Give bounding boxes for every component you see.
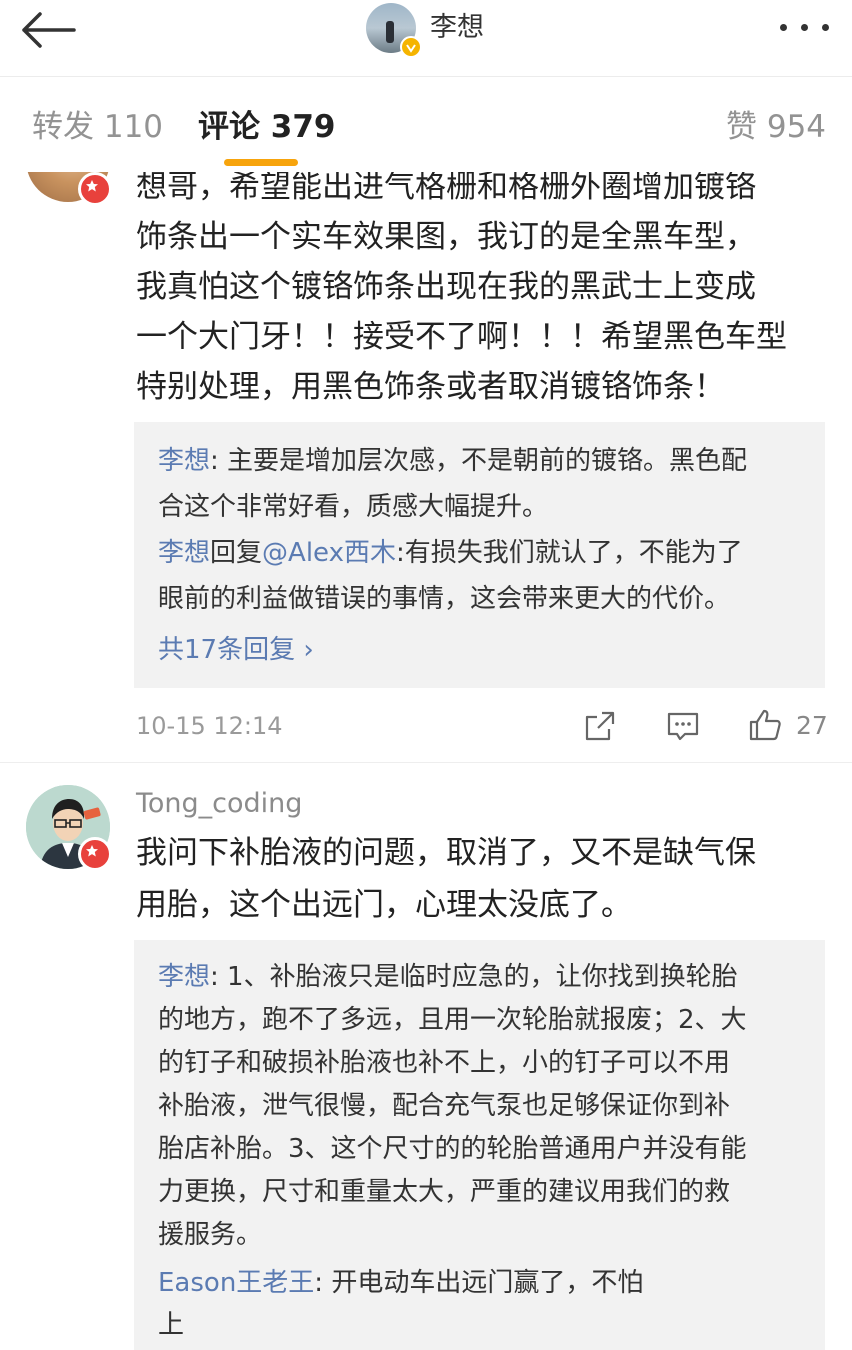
reply-line: 援服务。 (158, 1220, 263, 1250)
reply-line: 李想: 1、补胎液只是临时应急的，让你找到换轮胎 (158, 954, 813, 1000)
reply-username[interactable]: 李想 (158, 446, 210, 476)
tab-comments[interactable]: 评论 379 (198, 107, 336, 147)
reply-text: :有损失我们就认了，不能为了 (395, 538, 743, 568)
more-options-icon[interactable] (778, 18, 832, 38)
vip-badge-icon (78, 172, 112, 206)
like-icon[interactable] (747, 707, 783, 743)
comment-timestamp: 10-15 12:14 (136, 712, 283, 740)
reply-line: 眼前的利益做错误的事情，这会带来更大的代价。 (158, 584, 731, 614)
comment-text-line: 饰条出一个实车效果图，我订的是全黑车型， (136, 219, 756, 255)
back-arrow-icon (22, 12, 76, 48)
reply-line: 李想: 主要是增加层次感，不是朝前的镀铬。黑色配 (158, 438, 813, 484)
comment-icon[interactable] (665, 708, 701, 744)
reply-box: 李想: 主要是增加层次感，不是朝前的镀铬。黑色配 合这个非常好看，质感大幅提升。… (134, 422, 825, 688)
reply-username[interactable]: Eason王老王 (158, 1268, 314, 1298)
mention-link[interactable]: @Alex西木 (262, 538, 396, 568)
reply-keyword: 回复 (210, 538, 263, 568)
vip-badge-icon (78, 837, 112, 871)
active-tab-indicator (224, 159, 298, 166)
view-more-replies-link[interactable]: 共17条回复 › (158, 630, 314, 670)
reply-text: : 1、补胎液只是临时应急的，让你找到换轮胎 (210, 962, 738, 992)
reply-text: : 主要是增加层次感，不是朝前的镀铬。黑色配 (210, 446, 748, 476)
comments-list: 想哥，希望能出进气格栅和格栅外圈增加镀铬 饰条出一个实车效果图，我订的是全黑车型… (0, 172, 852, 1350)
verified-badge-icon (400, 36, 422, 58)
comment-divider (0, 762, 852, 763)
reply-line: 李想回复@Alex西木:有损失我们就认了，不能为了 (158, 530, 813, 576)
like-count: 27 (796, 711, 828, 740)
back-button[interactable] (18, 8, 78, 52)
share-icon[interactable] (582, 708, 618, 744)
reply-line: 的钉子和破损补胎液也补不上，小的钉子可以不用 (158, 1048, 731, 1078)
comment-text-line: 一个大门牙！！接受不了啊！！！希望黑色车型 (136, 319, 787, 355)
reply-line: 补胎液，泄气很慢，配合充气泵也足够保证你到补 (158, 1091, 731, 1121)
comment-text-line: 特别处理，用黑色饰条或者取消镀铬饰条！ (136, 369, 725, 405)
reply-line: 的地方，跑不了多远，且用一次轮胎就报废；2、大 (158, 1005, 747, 1035)
comment-text-line: 用胎，这个出远门，心理太没底了。 (136, 887, 632, 923)
reply-line: 胎店补胎。3、这个尺寸的的轮胎普通用户并没有能 (158, 1134, 747, 1164)
reply-line: 合这个非常好看，质感大幅提升。 (158, 492, 549, 522)
reply-username[interactable]: 李想 (158, 962, 210, 992)
tab-bar: 转发 110 评论 379 赞 954 (0, 76, 852, 173)
text-fade-overlay (650, 1270, 750, 1310)
comment-text-line: 我真怕这个镀铬饰条出现在我的黑武士上变成 (136, 269, 756, 305)
tab-likes[interactable]: 赞 954 (726, 107, 826, 147)
comment-text-line: 想哥，希望能出进气格栅和格栅外圈增加镀铬 (136, 172, 756, 205)
comment-text-line: 我问下补胎液的问题，取消了，又不是缺气保 (136, 835, 756, 871)
avatar-figure (386, 21, 394, 43)
reply-username[interactable]: 李想 (158, 538, 210, 568)
reply-text: : 开电动车出远门赢了，不怕 (314, 1268, 644, 1298)
top-nav-bar: 李想 (0, 0, 852, 76)
reply-line: 力更换，尺寸和重量太大，严重的建议用我们的救 (158, 1177, 731, 1207)
commenter-username[interactable]: Tong_coding (136, 786, 302, 822)
tab-reposts[interactable]: 转发 110 (32, 107, 163, 147)
profile-name[interactable]: 李想 (430, 6, 484, 50)
